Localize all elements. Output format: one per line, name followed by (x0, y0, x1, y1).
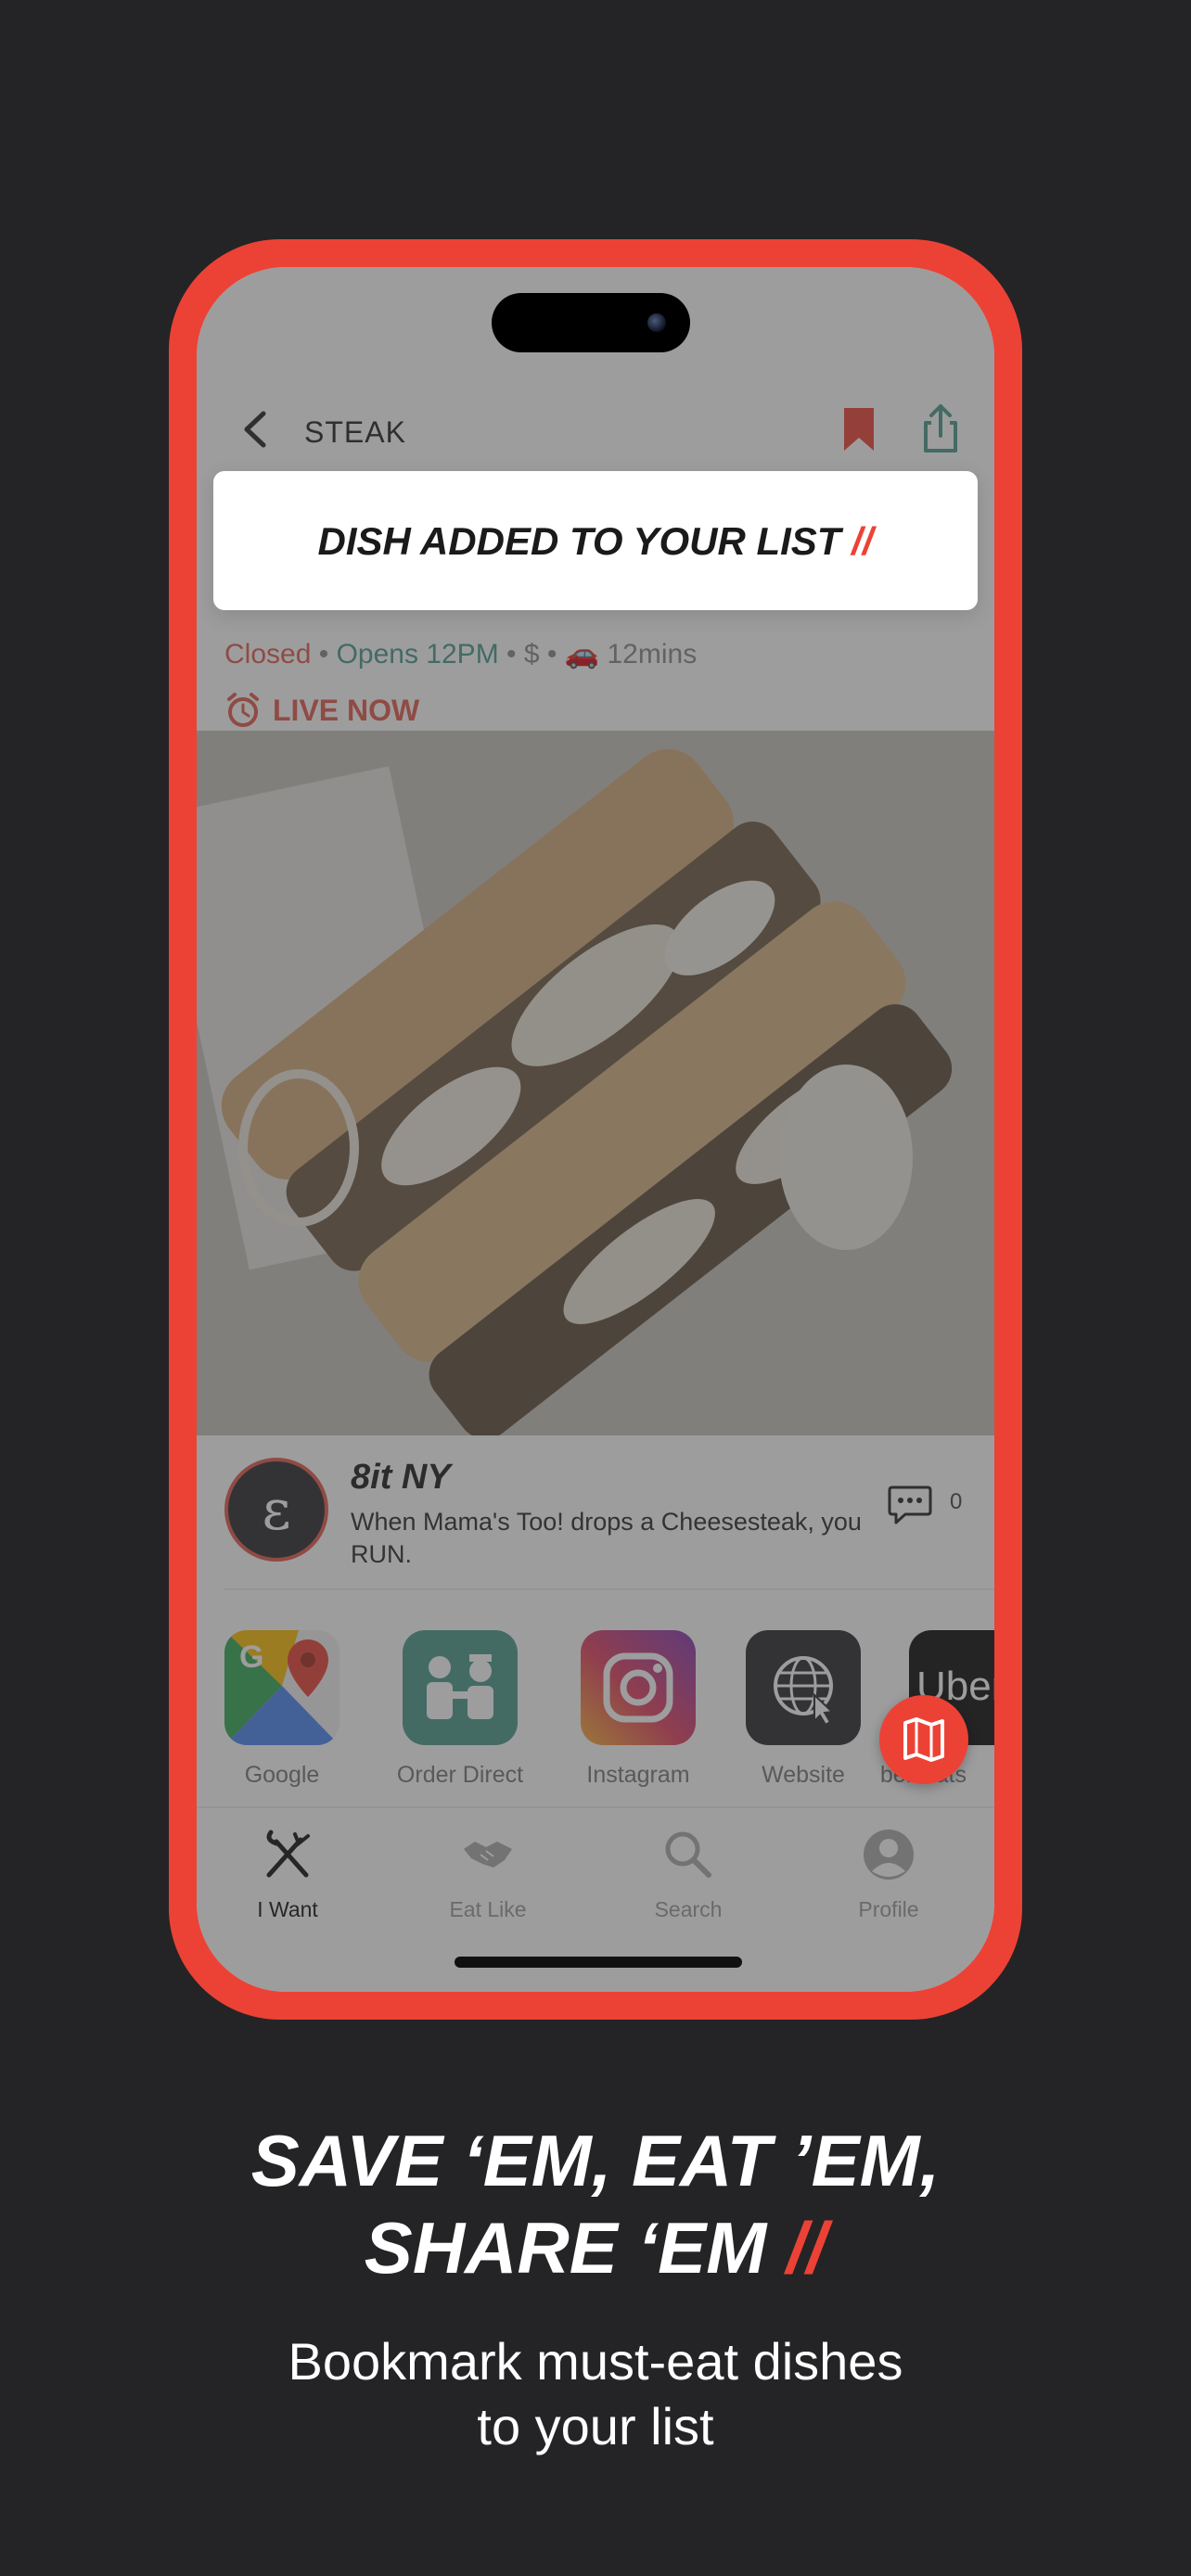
accent-slashes: // (786, 2207, 827, 2289)
map-icon (903, 1717, 944, 1762)
accent-slashes: // (852, 519, 874, 563)
marketing-subtitle: Bookmark must-eat dishes to your list (0, 2329, 1191, 2459)
toast-message-row: DISH ADDED TO YOUR LIST // (213, 519, 978, 564)
dynamic-island (492, 293, 690, 352)
phone-frame: STEAK Closed • Opens 12PM • $ • 🚗 12mins (169, 239, 1022, 2020)
subtitle-line-1: Bookmark must-eat dishes (288, 2332, 903, 2391)
toast-message: DISH ADDED TO YOUR LIST (317, 519, 841, 563)
phone-screen: STEAK Closed • Opens 12PM • $ • 🚗 12mins (197, 267, 994, 1992)
marketing-headline: SAVE ‘EM, EAT ’EM, SHARE ‘EM // (0, 2117, 1191, 2291)
home-indicator (455, 1957, 742, 1968)
headline-line-2-row: SHARE ‘EM // (0, 2204, 1191, 2291)
headline-line-1: SAVE ‘EM, EAT ’EM, (250, 2120, 941, 2201)
map-button[interactable] (879, 1695, 968, 1784)
toast-notification: DISH ADDED TO YOUR LIST // (213, 471, 978, 610)
subtitle-line-2: to your list (477, 2397, 714, 2455)
camera-icon (647, 313, 666, 332)
headline-line-2: SHARE ‘EM (364, 2207, 767, 2289)
